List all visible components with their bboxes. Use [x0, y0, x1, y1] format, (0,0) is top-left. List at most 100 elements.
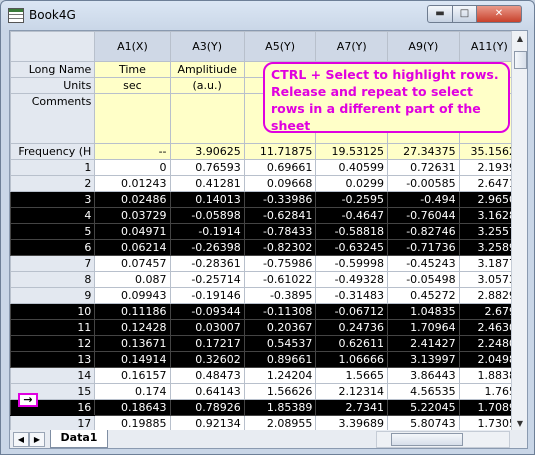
row-number[interactable]: 12 — [10, 335, 96, 352]
table-cell[interactable]: -0.71736 — [387, 239, 460, 256]
table-cell[interactable]: 5.22045 — [387, 399, 460, 416]
table-cell[interactable]: -0.2595 — [315, 191, 389, 208]
horizontal-scrollbar[interactable] — [376, 431, 510, 448]
meta-cell[interactable]: (a.u.) — [169, 77, 245, 94]
table-row[interactable]: 4 0.03729 -0.05898 -0.62841 -0.4647 -0.76044 3… — [10, 207, 527, 224]
table-cell[interactable]: 0.02486 — [94, 191, 171, 208]
table-cell[interactable]: -0.4647 — [315, 207, 389, 224]
meta-cell[interactable]: Time — [94, 61, 171, 78]
column-header[interactable]: A9(Y) — [387, 31, 460, 62]
table-cell[interactable]: 0.16157 — [94, 367, 171, 384]
table-cell[interactable]: 0.14914 — [94, 351, 171, 368]
table-cell[interactable]: 0.32602 — [169, 351, 245, 368]
table-row[interactable]: 8 0.087 -0.25714 -0.61022 -0.49328 -0.05498 3.… — [10, 271, 527, 288]
table-cell[interactable]: 0.64143 — [169, 383, 245, 400]
table-cell[interactable]: 0.03007 — [169, 319, 245, 336]
column-header[interactable]: A1(X) — [94, 31, 171, 62]
row-number[interactable]: 7 — [10, 255, 96, 272]
table-cell[interactable]: -0.31483 — [315, 287, 389, 304]
table-cell[interactable]: -0.78433 — [243, 223, 317, 240]
table-cell[interactable]: 0.78926 — [169, 399, 245, 416]
table-cell[interactable]: 0.13671 — [94, 335, 171, 352]
table-cell[interactable]: 0.17217 — [169, 335, 245, 352]
title-bar[interactable]: Book4G ▬ □ ✕ — [1, 1, 534, 29]
table-row[interactable]: 2 0.01243 0.41281 0.09668 0.0299 -0.00585 2.64… — [10, 175, 527, 192]
table-cell[interactable]: 3.13997 — [387, 351, 460, 368]
row-number[interactable]: 14 — [10, 367, 96, 384]
table-cell[interactable]: -0.33986 — [243, 191, 317, 208]
table-cell[interactable]: 4.56535 — [387, 383, 460, 400]
table-cell[interactable]: 0.04971 — [94, 223, 171, 240]
table-cell[interactable]: -0.00585 — [387, 175, 460, 192]
table-cell[interactable]: -0.25714 — [169, 271, 245, 288]
column-header[interactable]: A3(Y) — [169, 31, 245, 62]
row-number[interactable]: 13 — [10, 351, 96, 368]
table-cell[interactable]: -0.63245 — [315, 239, 389, 256]
table-cell[interactable]: 1.04835 — [387, 303, 460, 320]
table-row[interactable]: 15 0.174 0.64143 1.56626 2.12314 4.56535 1.765 — [10, 383, 527, 400]
table-row[interactable]: 12 0.13671 0.17217 0.54537 0.62611 2.41427 2.2… — [10, 335, 527, 352]
table-cell[interactable]: -0.06712 — [315, 303, 389, 320]
table-cell[interactable]: 3.86443 — [387, 367, 460, 384]
table-cell[interactable]: 1.06666 — [315, 351, 389, 368]
table-cell[interactable]: 0.24736 — [315, 319, 389, 336]
table-row[interactable]: 1 0 0.76593 0.69661 0.40599 0.72631 2.1939 — [10, 159, 527, 176]
table-cell[interactable]: -0.26398 — [169, 239, 245, 256]
table-cell[interactable]: -0.28361 — [169, 255, 245, 272]
table-cell[interactable]: 0.18643 — [94, 399, 171, 416]
meta-cell[interactable]: 3.90625 — [169, 143, 245, 160]
tab-prev-icon[interactable]: ◀ — [13, 432, 29, 447]
table-row[interactable]: 7 0.07457 -0.28361 -0.75986 -0.59998 -0.45243… — [10, 255, 527, 272]
row-label[interactable]: Long Name — [10, 61, 96, 78]
meta-cell[interactable]: 11.71875 — [243, 143, 317, 160]
table-cell[interactable]: -0.58818 — [315, 223, 389, 240]
table-row[interactable]: 5 0.04971 -0.1914 -0.78433 -0.58818 -0.82746 3… — [10, 223, 527, 240]
meta-cell[interactable]: Amplitiude — [169, 61, 245, 78]
table-cell[interactable]: 1.5665 — [315, 367, 389, 384]
worksheet-grid[interactable]: A1(X) A3(Y) A5(Y) A7(Y) A9(Y) A11(Y) Long Name… — [9, 30, 528, 432]
meta-cell[interactable]: 19.53125 — [315, 143, 389, 160]
table-cell[interactable]: -0.75986 — [243, 255, 317, 272]
row-label[interactable]: Frequency (H — [10, 143, 96, 160]
table-row[interactable]: 11 0.12428 0.03007 0.20367 0.24736 1.70964 2.4… — [10, 319, 527, 336]
row-number[interactable]: 10 — [10, 303, 96, 320]
vertical-scrollbar[interactable]: ▲ ▼ — [511, 31, 527, 431]
table-cell[interactable]: -0.76044 — [387, 207, 460, 224]
scroll-down-icon[interactable]: ▼ — [512, 416, 527, 431]
row-number[interactable]: 4 — [10, 207, 96, 224]
row-number[interactable]: 5 — [10, 223, 96, 240]
table-cell[interactable]: 0.20367 — [243, 319, 317, 336]
row-number[interactable]: 1 — [10, 159, 96, 176]
table-cell[interactable]: 0.12428 — [94, 319, 171, 336]
table-cell[interactable]: -0.05898 — [169, 207, 245, 224]
corner-cell[interactable] — [10, 31, 96, 62]
table-cell[interactable]: -0.494 — [387, 191, 460, 208]
table-cell[interactable]: 0.45272 — [387, 287, 460, 304]
table-cell[interactable]: -0.61022 — [243, 271, 317, 288]
row-number[interactable]: 3 — [10, 191, 96, 208]
table-cell[interactable]: 2.41427 — [387, 335, 460, 352]
table-cell[interactable]: 0.72631 — [387, 159, 460, 176]
table-cell[interactable]: 2.7341 — [315, 399, 389, 416]
meta-cell[interactable] — [169, 93, 245, 144]
table-row[interactable]: 10 0.11186 -0.09344 -0.11308 -0.06712 1.04835… — [10, 303, 527, 320]
row-label[interactable]: Comments — [10, 93, 96, 144]
table-cell[interactable]: 0.40599 — [315, 159, 389, 176]
table-cell[interactable]: 2.12314 — [315, 383, 389, 400]
table-cell[interactable]: 0.69661 — [243, 159, 317, 176]
table-cell[interactable]: 0.48473 — [169, 367, 245, 384]
table-cell[interactable]: 0.03729 — [94, 207, 171, 224]
table-cell[interactable]: 1.85389 — [243, 399, 317, 416]
table-cell[interactable]: 0.62611 — [315, 335, 389, 352]
table-row[interactable]: 14 0.16157 0.48473 1.24204 1.5665 3.86443 1.88… — [10, 367, 527, 384]
horizontal-scroll-thumb[interactable] — [391, 433, 463, 446]
meta-cell[interactable]: sec — [94, 77, 171, 94]
meta-cell[interactable] — [94, 93, 171, 144]
table-cell[interactable]: -0.3895 — [243, 287, 317, 304]
row-number[interactable]: 6 — [10, 239, 96, 256]
table-cell[interactable]: -0.19146 — [169, 287, 245, 304]
table-cell[interactable]: 0.41281 — [169, 175, 245, 192]
meta-cell[interactable]: 27.34375 — [387, 143, 460, 160]
table-cell[interactable]: 0.76593 — [169, 159, 245, 176]
table-row[interactable]: 3 0.02486 0.14013 -0.33986 -0.2595 -0.494 2.96… — [10, 191, 527, 208]
